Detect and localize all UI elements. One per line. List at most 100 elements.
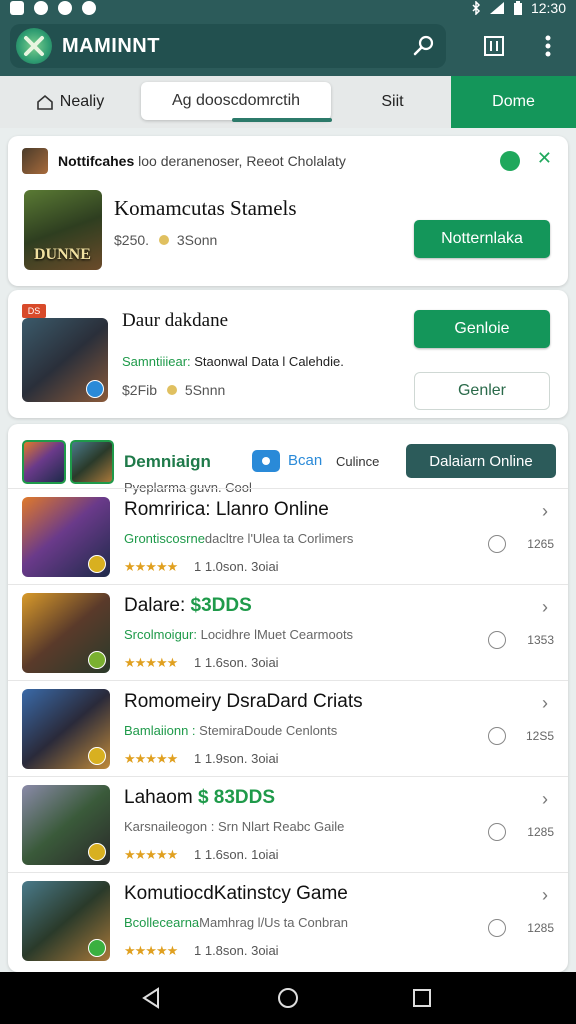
more-options-icon[interactable] (532, 30, 564, 62)
list-item[interactable]: Romomeiry DsraDard Criats Bamlaiionn : S… (8, 680, 568, 777)
tab-game-label: Dome (492, 93, 535, 110)
game-thumbnail[interactable] (22, 497, 110, 577)
feature-subtitle-green: Samntiiiear: (122, 354, 191, 369)
recents-icon[interactable] (410, 986, 434, 1010)
signal-icon (489, 2, 504, 14)
notification-title: Komamcutas Stamels (114, 196, 297, 220)
game-thumbnail[interactable] (22, 881, 110, 961)
chevron-right-icon[interactable]: › (542, 885, 548, 906)
badge-icon (88, 651, 106, 669)
tab-game[interactable]: Dome (451, 76, 576, 128)
game-meta: 1 1.9son. 3oiai (194, 751, 279, 766)
list-item[interactable]: Romririca: Llanro Online Grontiscosrneda… (8, 488, 568, 585)
game-title: Romririca: Llanro Online (124, 499, 329, 521)
game-title: Lahaom $ 83DDS (124, 787, 275, 809)
time-text: 3Sonn (176, 232, 218, 248)
list-item[interactable]: KomutiocdKatinstcy Game BcollecearnaMamh… (8, 872, 568, 969)
game-subtitle: BcollecearnaMamhrag l/Us ta Conbran (124, 915, 348, 930)
feature-primary-button[interactable]: Genloie (414, 310, 550, 348)
game-title-text: Romomeiry DsraDard Criats (124, 691, 363, 712)
chevron-right-icon[interactable]: › (542, 501, 548, 522)
game-title-text: Romririca: Llanro Online (124, 499, 329, 520)
check-icon (10, 1, 24, 15)
tab-sort[interactable]: Siit (335, 76, 450, 128)
rating-stars: ★★★★★ (124, 559, 178, 574)
clock-time: 12:30 (530, 0, 566, 16)
view-toggle-icon[interactable] (478, 30, 510, 62)
scan-icon[interactable] (252, 450, 280, 472)
notification-header-body: loo deranenoser, Reeot Cholalaty (138, 153, 346, 169)
game-title-text: Dalare: (124, 595, 186, 616)
game-subtitle: Srcolmoigur: Locidhre lMuet Cearmoots (124, 627, 353, 642)
game-subtitle-text: Locidhre lMuet Cearmoots (200, 627, 354, 642)
list-item[interactable]: Dalare: $3DDS Srcolmoigur: Locidhre lMue… (8, 584, 568, 681)
notification-header: Nottifcahes loo deranenoser, Reeot Chola… (22, 148, 552, 174)
status-dot-icon (500, 151, 520, 171)
app-logo (16, 28, 52, 64)
close-icon[interactable]: ✕ (537, 148, 552, 169)
game-title: Romomeiry DsraDard Criats (124, 691, 363, 713)
notification-avatar (22, 148, 48, 174)
section-title: Demniaign (124, 452, 211, 471)
badge-icon (86, 380, 104, 398)
rating-stars: ★★★★★ (124, 847, 178, 862)
chevron-right-icon[interactable]: › (542, 693, 548, 714)
price-text: $2Fib (122, 382, 158, 398)
game-subtitle-text: StemiraDoude Cenlonts (199, 723, 338, 738)
badge-icon (88, 747, 106, 765)
badge-icon (88, 555, 106, 573)
search-icon[interactable] (410, 32, 438, 60)
section-thumbnail[interactable] (70, 440, 114, 484)
tab-search[interactable]: Ag dooscdomrctih (141, 82, 331, 120)
settings-icon (34, 1, 48, 15)
back-icon[interactable] (140, 986, 164, 1010)
scan-label[interactable]: Bcan (288, 452, 322, 469)
home-icon (36, 94, 53, 110)
tab-nearby[interactable]: Nealiy (0, 76, 140, 128)
app-search-bar[interactable]: MAMINNT (10, 24, 446, 68)
tab-sort-label: Siit (381, 93, 404, 110)
notification-action-button[interactable]: Notternlaka (414, 220, 550, 258)
time-text: 5Snnn (184, 382, 226, 398)
game-subtitle-text: dacltre l'Ulea ta Corlimers (204, 531, 354, 546)
game-thumbnail[interactable] (22, 593, 110, 673)
section-thumbnail[interactable] (22, 440, 66, 484)
feature-card[interactable]: DS Daur dakdane Samntiiiear: Staonwal Da… (8, 290, 568, 418)
feature-thumbnail[interactable] (22, 318, 108, 402)
clock-icon (488, 631, 506, 649)
clock-icon (488, 535, 506, 553)
feature-tag: DS (22, 304, 46, 318)
feature-subtitle-text: Staonwal Data l Calehdie. (194, 354, 344, 369)
sync-icon (58, 1, 72, 15)
game-subtitle-green: Srcolmoigur: (124, 627, 197, 642)
game-meta: 1 1.6son. 3oiai (194, 655, 279, 670)
game-meta: 1 1.8son. 3oiai (194, 943, 279, 958)
list-item[interactable]: Lahaom $ 83DDS Karsnaileogon : Srn Nlart… (8, 776, 568, 873)
notification-meta: $250. 3Sonn (114, 232, 217, 248)
battery-icon (513, 1, 522, 15)
game-thumbnail[interactable] (22, 785, 110, 865)
notification-card[interactable]: Nottifcahes loo deranenoser, Reeot Chola… (8, 136, 568, 286)
scan-extra: Culince (336, 454, 380, 469)
game-count: 1285 (527, 921, 554, 935)
home-icon[interactable] (276, 986, 300, 1010)
game-thumbnail[interactable] (22, 689, 110, 769)
feature-secondary-button[interactable]: Genler (414, 372, 550, 410)
coin-icon (166, 385, 177, 395)
chevron-right-icon[interactable]: › (542, 789, 548, 810)
rating-stars: ★★★★★ (124, 943, 178, 958)
game-title-text: KomutiocdKatinstcy Game (124, 883, 348, 904)
game-subtitle-green: Bamlaiionn : (124, 723, 196, 738)
rating-stars: ★★★★★ (124, 655, 178, 670)
game-meta: 1 1.0son. 3oiai (194, 559, 279, 574)
feature-subtitle: Samntiiiear: Staonwal Data l Calehdie. (122, 354, 344, 369)
game-title-accent: $ 83DDS (197, 787, 276, 808)
online-button[interactable]: Dalaiarn Online (406, 444, 556, 478)
game-thumbnail[interactable]: DUNNE (24, 190, 102, 270)
game-subtitle-green: Bcollecearna (124, 915, 200, 930)
status-bar: 12:30 (0, 0, 576, 18)
game-list-card: Demniaign Pyeplarma guvn. Cool Bcan Culi… (8, 424, 568, 972)
chevron-right-icon[interactable]: › (542, 597, 548, 618)
notification-header-bold: Nottifcahes (58, 153, 135, 169)
notification-header-text: Nottifcahes loo deranenoser, Reeot Chola… (58, 153, 346, 169)
